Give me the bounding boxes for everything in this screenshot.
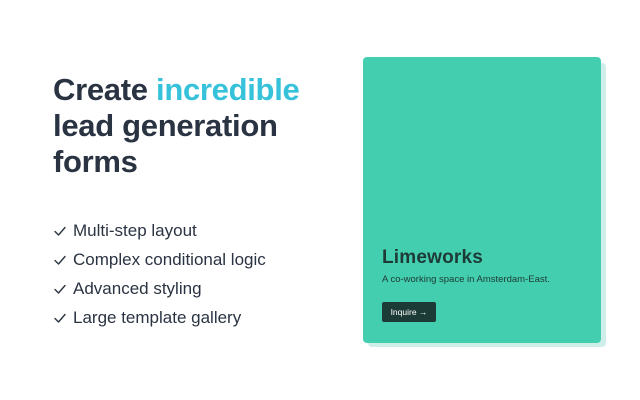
feature-item: Complex conditional logic	[53, 245, 266, 274]
feature-item: Large template gallery	[53, 303, 266, 332]
card-subtitle: A co-working space in Amsterdam-East.	[382, 274, 550, 285]
hero-title-part1: Create	[53, 72, 157, 107]
feature-label: Multi-step layout	[73, 220, 197, 240]
feature-label: Complex conditional logic	[73, 249, 266, 269]
hero-title-accent: incredible	[156, 72, 300, 107]
check-icon	[54, 284, 66, 294]
hero-title-part2: lead generation forms	[53, 108, 278, 179]
feature-item: Advanced styling	[53, 274, 266, 303]
feature-list: Multi-step layout Complex conditional lo…	[53, 216, 266, 332]
inquire-button[interactable]: Inquire →	[382, 302, 436, 322]
check-icon	[54, 313, 66, 323]
feature-item: Multi-step layout	[53, 216, 266, 245]
check-icon	[54, 226, 66, 236]
limeworks-card: Limeworks A co-working space in Amsterda…	[363, 57, 601, 343]
feature-label: Large template gallery	[73, 307, 242, 327]
feature-label: Advanced styling	[73, 278, 202, 298]
hero-title: Create incredible lead generation forms	[53, 72, 353, 180]
card-title: Limeworks	[382, 247, 484, 268]
check-icon	[54, 255, 66, 265]
